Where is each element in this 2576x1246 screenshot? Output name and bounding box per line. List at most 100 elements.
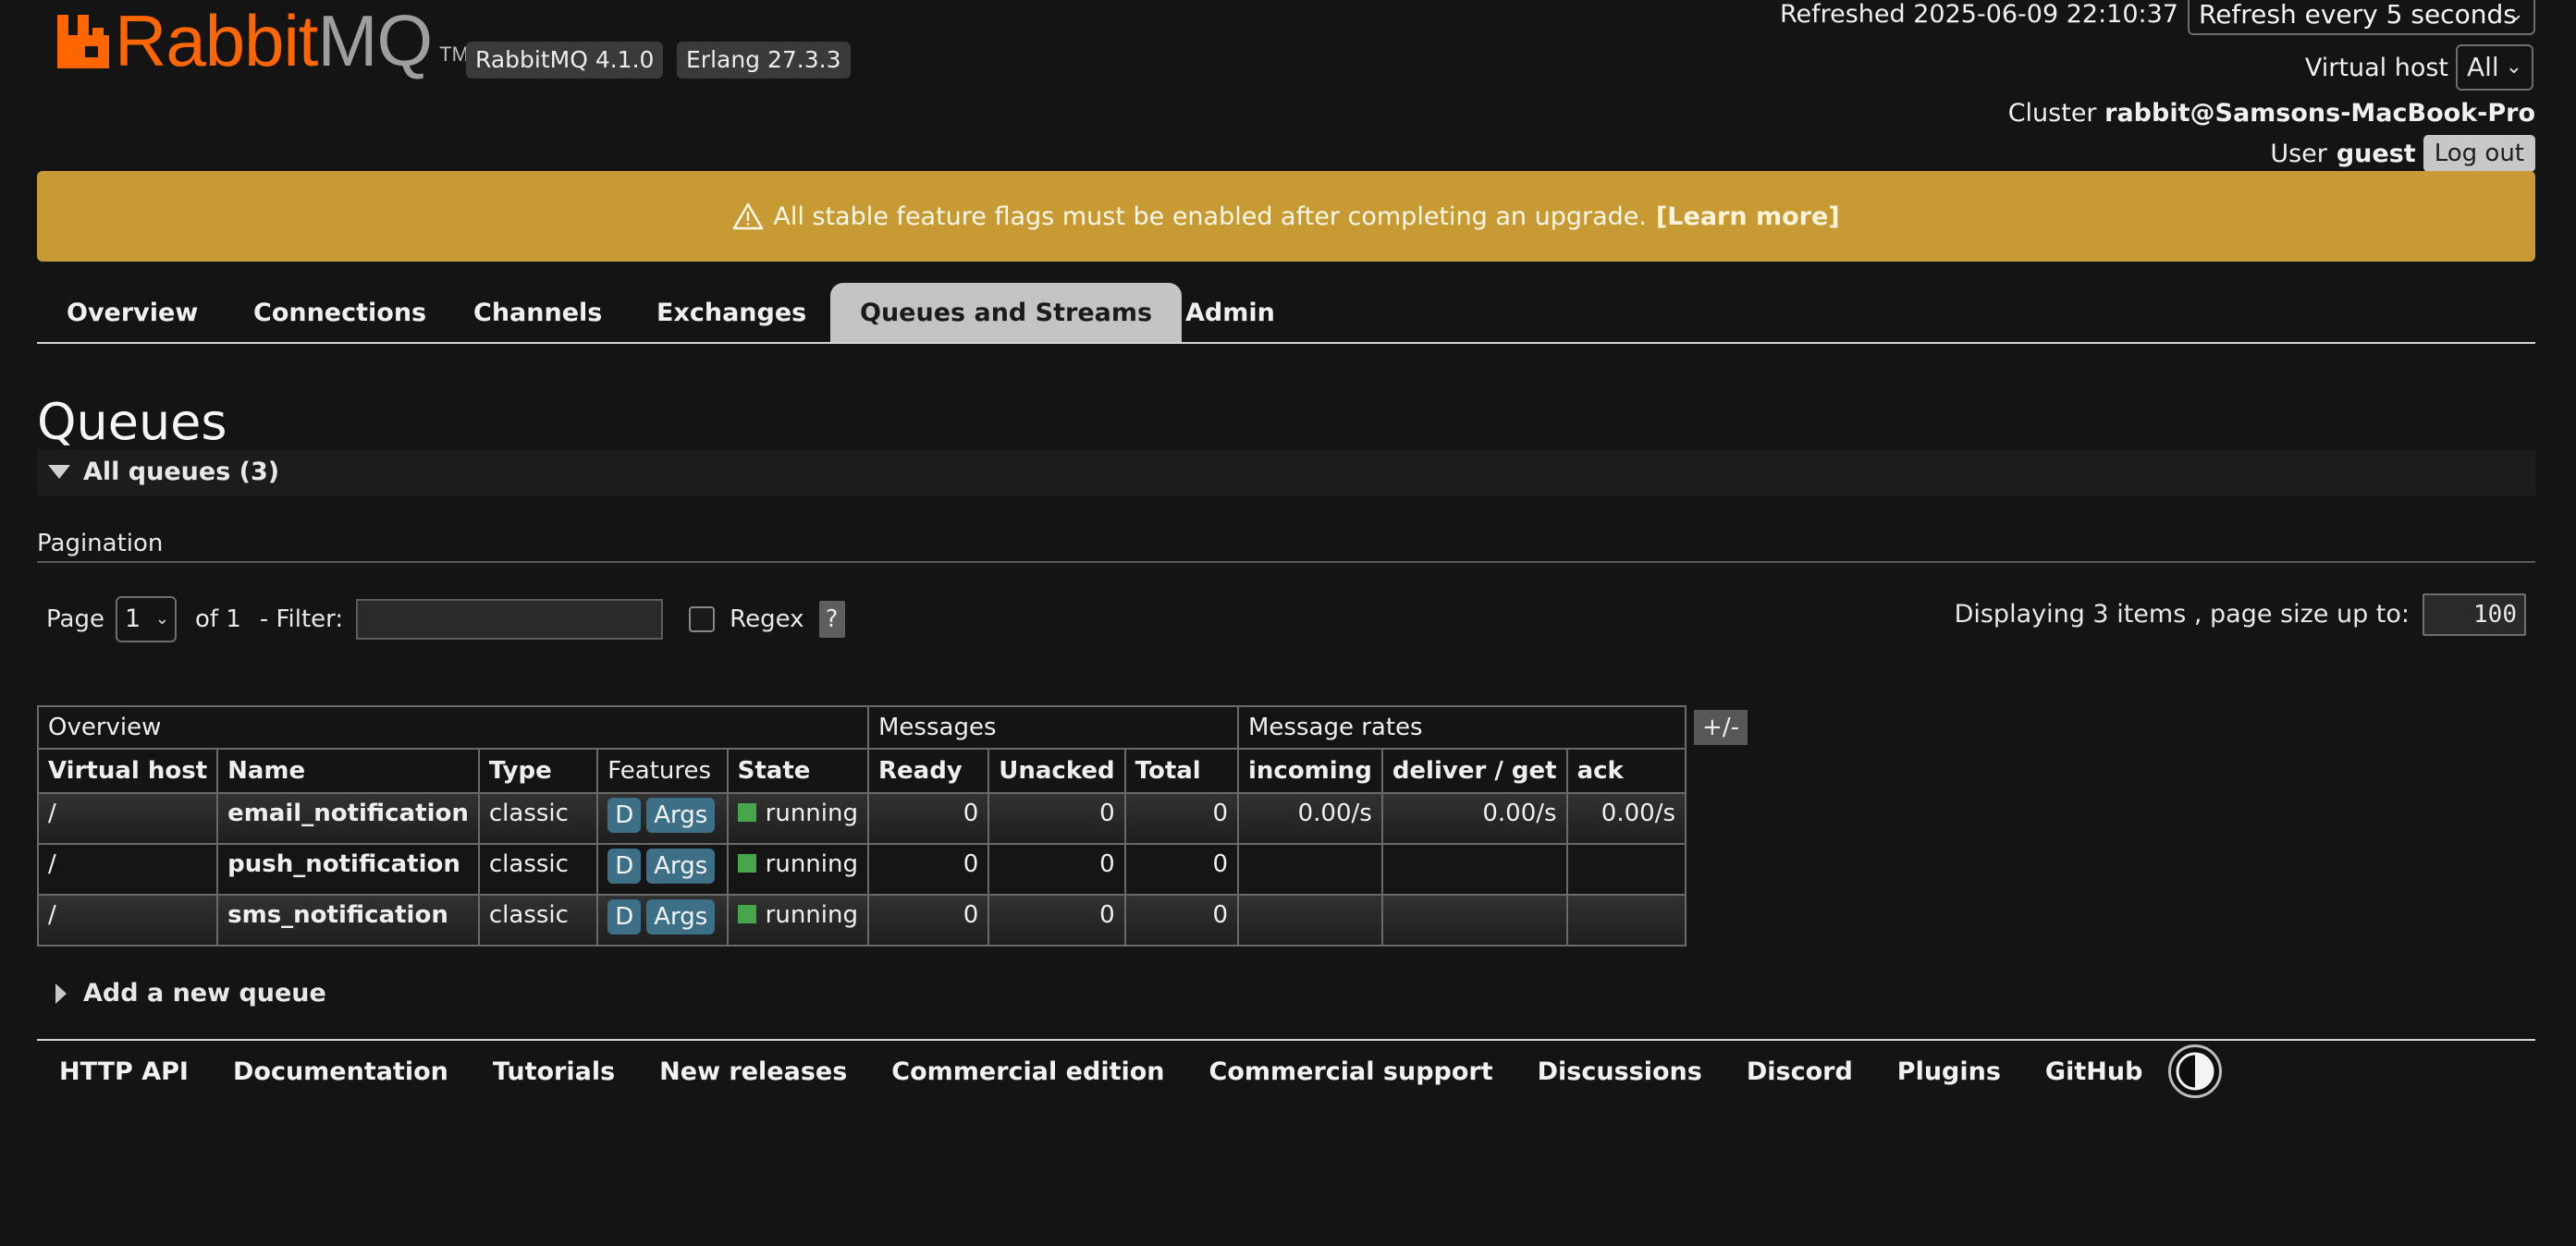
add-new-queue-section-toggle[interactable]: Add a new queue [37, 976, 326, 1011]
group-header-messages: Messages [867, 705, 1239, 750]
args-feature-badge: Args [646, 849, 716, 884]
tab-connections[interactable]: Connections [224, 283, 456, 342]
tab-overview[interactable]: Overview [37, 283, 227, 342]
column-header-type[interactable]: Type [477, 748, 599, 794]
tab-queues-and-streams[interactable]: Queues and Streams [830, 283, 1183, 342]
feature-flags-warning-banner: All stable feature flags must be enabled… [37, 171, 2535, 262]
footer-link-plugins[interactable]: Plugins [1897, 1057, 2001, 1086]
logo-brand-text: Rabbit [115, 0, 318, 81]
queue-name-link[interactable]: push_notification [216, 843, 480, 896]
tab-admin[interactable]: Admin [1156, 283, 1305, 342]
regex-checkbox[interactable] [689, 606, 716, 632]
refreshed-timestamp: Refreshed 2025-06-09 22:10:37 [1779, 0, 2178, 29]
queue-name-link[interactable]: sms_notification [216, 894, 480, 947]
cell-ack [1565, 843, 1687, 896]
cell-total: 0 [1123, 792, 1239, 845]
column-header-virtual-host[interactable]: Virtual host [36, 748, 219, 794]
page-size-input[interactable]: 100 [2423, 593, 2526, 636]
contrast-toggle-icon[interactable] [2168, 1044, 2223, 1098]
logout-button[interactable]: Log out [2423, 135, 2535, 172]
durable-feature-badge: D [607, 849, 642, 884]
cell-state: running [726, 894, 870, 947]
rabbitmq-logo[interactable]: Rabbit MQ TM [57, 0, 469, 81]
regex-help-button[interactable]: ? [818, 601, 845, 638]
cell-total: 0 [1123, 843, 1239, 896]
cell-ready: 0 [866, 843, 990, 896]
cell-virtual-host: / [36, 843, 219, 896]
filter-input[interactable] [356, 599, 664, 640]
refresh-interval-select[interactable]: Refresh every 5 seconds ⌄ [2188, 0, 2535, 35]
tab-exchanges[interactable]: Exchanges [627, 283, 836, 342]
erlang-version-badge: Erlang 27.3.3 [677, 42, 851, 79]
chevron-down-icon: ⌄ [2505, 55, 2522, 79]
queue-name-link[interactable]: email_notification [216, 792, 480, 845]
cell-type: classic [477, 843, 599, 896]
column-header-ready[interactable]: Ready [866, 748, 990, 794]
column-header-total[interactable]: Total [1123, 748, 1239, 794]
footer-link-new-releases[interactable]: New releases [659, 1057, 847, 1086]
footer-link-documentation[interactable]: Documentation [233, 1057, 448, 1086]
cell-type: classic [477, 792, 599, 845]
footer-divider [37, 1039, 2535, 1041]
running-status-icon [737, 905, 756, 923]
footer-link-commercial-edition[interactable]: Commercial edition [891, 1057, 1164, 1086]
table-header-row: Virtual host Name Type Features State Re… [36, 748, 1687, 794]
cell-total: 0 [1123, 894, 1239, 947]
footer-link-discord[interactable]: Discord [1747, 1057, 1853, 1086]
cell-ack [1565, 894, 1687, 947]
column-header-unacked[interactable]: Unacked [987, 748, 1126, 794]
queues-table: Overview Messages Message rates Virtual … [36, 705, 1687, 947]
displaying-items-text: Displaying 3 items , page size up to: [1954, 600, 2410, 629]
cluster-name: rabbit@Samsons-MacBook-Pro [2104, 99, 2535, 128]
footer-link-commercial-support[interactable]: Commercial support [1209, 1057, 1493, 1086]
footer-links: HTTP API Documentation Tutorials New rel… [59, 1044, 2223, 1098]
table-row: / push_notification classic D Args runnin… [36, 843, 1687, 896]
learn-more-link[interactable]: [Learn more] [1656, 202, 1840, 231]
triangle-right-icon [55, 983, 67, 1004]
rabbitmq-logo-icon [57, 15, 109, 68]
user-name: guest [2336, 139, 2416, 168]
footer-link-http-api[interactable]: HTTP API [59, 1057, 189, 1086]
column-header-name[interactable]: Name [216, 748, 480, 794]
table-row: / email_notification classic D Args runni… [36, 792, 1687, 845]
column-header-features: Features [596, 748, 729, 794]
all-queues-label: All queues (3) [83, 458, 280, 486]
cell-ack: 0.00/s [1565, 792, 1687, 845]
column-header-incoming[interactable]: incoming [1236, 748, 1383, 794]
state-text: running [765, 800, 858, 827]
footer-link-discussions[interactable]: Discussions [1538, 1057, 1702, 1086]
cell-ready: 0 [866, 894, 990, 947]
pagination-controls: Page 1 ⌄ of 1 - Filter: Regex ? [46, 595, 845, 643]
user-label: User [2270, 139, 2327, 168]
cell-unacked: 0 [987, 894, 1126, 947]
cell-type: classic [477, 894, 599, 947]
logo-trademark: TM [439, 43, 469, 66]
virtual-host-label: Virtual host [2304, 54, 2448, 82]
all-queues-section-toggle[interactable]: All queues (3) [37, 449, 2535, 495]
durable-feature-badge: D [607, 899, 642, 934]
table-row: / sms_notification classic D Args running… [36, 894, 1687, 947]
pagination-divider [37, 561, 2535, 563]
column-header-ack[interactable]: ack [1565, 748, 1687, 794]
page-select[interactable]: 1 ⌄ [115, 596, 177, 642]
chevron-down-icon: ⌄ [2507, 3, 2524, 26]
column-header-state[interactable]: State [726, 748, 870, 794]
cell-virtual-host: / [36, 894, 219, 947]
state-text: running [765, 901, 858, 929]
footer-link-github[interactable]: GitHub [2045, 1057, 2142, 1086]
footer-link-tutorials[interactable]: Tutorials [493, 1057, 615, 1086]
group-header-overview: Overview [37, 705, 869, 750]
tab-channels[interactable]: Channels [444, 283, 632, 342]
banner-message: All stable feature flags must be enabled… [773, 202, 1647, 231]
toggle-columns-button[interactable]: +/- [1694, 710, 1748, 745]
cell-incoming [1236, 843, 1383, 896]
column-header-deliver-get[interactable]: deliver / get [1380, 748, 1568, 794]
durable-feature-badge: D [607, 798, 642, 833]
rabbitmq-version-badge: RabbitMQ 4.1.0 [466, 42, 664, 79]
cell-deliver-get [1380, 843, 1568, 896]
cell-incoming [1236, 894, 1383, 947]
virtual-host-select[interactable]: All ⌄ [2456, 44, 2533, 91]
cell-unacked: 0 [987, 792, 1126, 845]
page-select-value: 1 [124, 605, 141, 633]
user-info: User guest Log out [2270, 135, 2535, 172]
